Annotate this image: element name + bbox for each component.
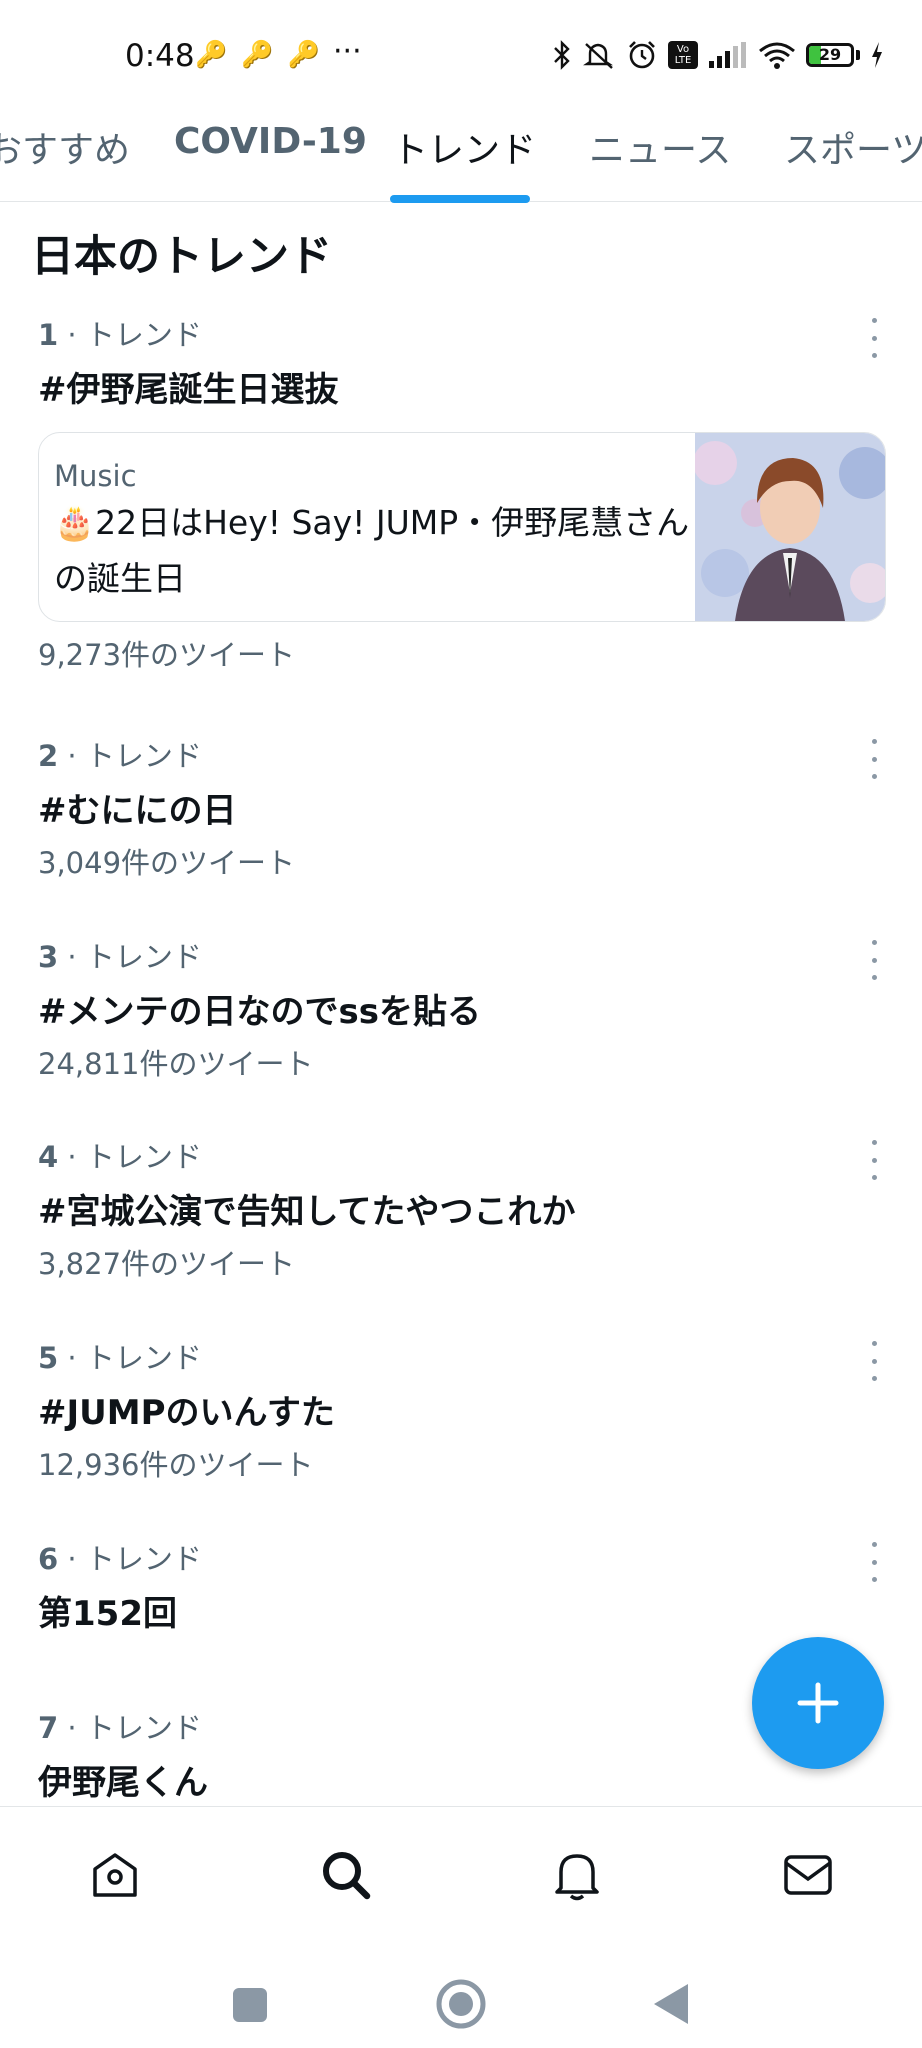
trend-rank: 1 <box>38 318 59 352</box>
more-options-icon[interactable] <box>864 739 884 779</box>
more-options-icon[interactable] <box>864 1140 884 1180</box>
recents-button[interactable] <box>231 1986 269 2028</box>
active-tab-indicator <box>390 195 530 203</box>
trend-rank: 5 <box>38 1341 59 1375</box>
tab-news[interactable]: ニュース <box>589 121 731 173</box>
more-options-icon[interactable] <box>864 1341 884 1381</box>
card-thumbnail <box>695 433 885 621</box>
tweet-count: 3,049件のツイート <box>38 846 296 880</box>
trend-name: #宮城公演で告知してたやつこれか <box>38 1192 576 1232</box>
more-options-icon[interactable] <box>864 318 884 358</box>
bell-icon <box>555 1854 599 1901</box>
system-home-button[interactable] <box>435 1978 487 2034</box>
trend-rank: 3 <box>38 940 59 974</box>
trend-name: 第152回 <box>38 1594 177 1634</box>
trend-name: #JUMPのいんすた <box>38 1393 335 1433</box>
trend-item-1[interactable]: 1 · トレンド #伊野尾誕生日選抜 <box>38 312 884 411</box>
signal-icon <box>708 38 748 72</box>
volte-icon: Vo LTE <box>668 38 698 72</box>
charging-icon <box>870 38 884 72</box>
status-icons: Vo LTE 29 <box>552 38 884 72</box>
trend-rank: 6 <box>38 1542 59 1576</box>
more-notifications-icon: ··· <box>333 34 362 69</box>
bottom-navigation <box>0 1806 922 1937</box>
status-time: 0:48 <box>125 38 195 74</box>
trend-category: · トレンド <box>67 1140 202 1174</box>
section-title: 日本のトレンド <box>31 232 332 282</box>
home-icon <box>93 1853 137 1897</box>
alarm-icon <box>626 38 658 72</box>
compose-tweet-button[interactable] <box>752 1637 884 1769</box>
status-bar: 0:48 🔑 🔑 🔑 ··· Vo LTE 29 <box>0 0 922 115</box>
recents-icon <box>233 1988 267 2022</box>
trend-item-3[interactable]: 3 · トレンド #メンテの日なのでssを貼る 24,811件のツイート <box>38 934 884 1083</box>
tweet-count: 12,936件のツイート <box>38 1448 314 1482</box>
card-category: Music <box>54 459 137 493</box>
nav-search-button[interactable] <box>318 1847 374 1903</box>
trend-category: · トレンド <box>67 739 202 773</box>
wifi-icon <box>758 38 796 72</box>
key-notifications: 🔑 🔑 🔑 <box>195 40 320 70</box>
key-icon: 🔑 <box>287 40 321 70</box>
trend-category: · トレンド <box>67 1711 202 1745</box>
nav-notifications-button[interactable] <box>549 1847 605 1903</box>
system-navigation-bar <box>0 1936 922 2048</box>
trend-item-1-count: 9,273件のツイート <box>38 632 884 674</box>
trend-name: #伊野尾誕生日選抜 <box>38 370 339 410</box>
mail-icon <box>784 1855 832 1895</box>
more-options-icon[interactable] <box>864 1542 884 1582</box>
trend-item-6[interactable]: 6 · トレンド 第152回 <box>38 1536 884 1635</box>
trend-category: · トレンド <box>67 1542 202 1576</box>
news-card[interactable]: Music 🎂22日はHey! Say! JUMP・伊野尾慧さんの誕生日 <box>38 432 886 622</box>
key-icon: 🔑 <box>241 40 274 70</box>
tab-covid-19[interactable]: COVID-19 <box>174 121 367 162</box>
plus-icon <box>797 1682 839 1724</box>
tab-trends[interactable]: トレンド <box>392 121 536 173</box>
trend-rank: 4 <box>38 1140 59 1174</box>
trend-item-4[interactable]: 4 · トレンド #宮城公演で告知してたやつこれか 3,827件のツイート <box>38 1134 884 1283</box>
cake-icon: 🎂 <box>54 503 96 542</box>
trend-name: #メンテの日なのでssを貼る <box>38 992 481 1032</box>
explore-tabs: おすすめ COVID-19 トレンド ニュース スポーツ <box>0 115 922 203</box>
trend-category: · トレンド <box>67 1341 202 1375</box>
search-icon <box>323 1852 371 1900</box>
trend-item-2[interactable]: 2 · トレンド #むににの日 3,049件のツイート <box>38 733 884 882</box>
tweet-count: 3,827件のツイート <box>38 1247 296 1281</box>
trend-rank: 2 <box>38 739 59 773</box>
back-icon <box>654 1984 688 2024</box>
tab-sports[interactable]: スポーツ <box>784 121 922 173</box>
bluetooth-icon <box>552 38 572 72</box>
trend-item-5[interactable]: 5 · トレンド #JUMPのいんすた 12,936件のツイート <box>38 1335 884 1484</box>
mute-icon <box>582 38 616 72</box>
trend-category: · トレンド <box>67 318 202 352</box>
trend-name: 伊野尾くん <box>38 1763 208 1803</box>
battery-icon: 29 <box>806 43 860 67</box>
trend-name: #むににの日 <box>38 791 237 831</box>
more-options-icon[interactable] <box>864 940 884 980</box>
key-icon: 🔑 <box>195 40 228 70</box>
home-circle-icon <box>436 1979 486 2029</box>
trend-rank: 7 <box>38 1711 59 1745</box>
tweet-count: 9,273件のツイート <box>38 638 296 672</box>
tab-recommended[interactable]: おすすめ <box>0 121 130 173</box>
nav-messages-button[interactable] <box>780 1847 836 1903</box>
trend-category: · トレンド <box>67 940 202 974</box>
nav-home-button[interactable] <box>87 1847 143 1903</box>
back-button[interactable] <box>652 1982 690 2030</box>
tweet-count: 24,811件のツイート <box>38 1047 314 1081</box>
card-headline: 🎂22日はHey! Say! JUMP・伊野尾慧さんの誕生日 <box>54 503 690 598</box>
